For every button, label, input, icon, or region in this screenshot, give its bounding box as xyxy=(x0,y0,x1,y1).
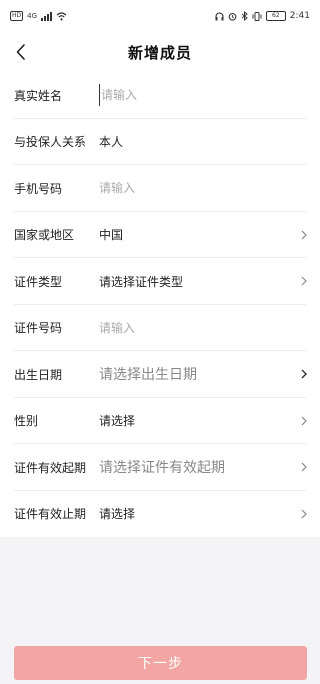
form-row-id-valid-end[interactable]: 证件有效止期 请选择 xyxy=(0,491,320,538)
headphone-icon xyxy=(215,11,224,20)
back-button[interactable] xyxy=(10,40,34,64)
status-time: 2:41 xyxy=(289,11,310,21)
phone-label: 手机号码 xyxy=(14,181,63,196)
relation-value: 本人 xyxy=(99,135,124,150)
status-bar-left: HD 4G xyxy=(10,11,67,21)
chevron-right-icon xyxy=(301,276,307,286)
battery-icon: 62 xyxy=(265,11,286,21)
form-row-id-number: 证件号码 xyxy=(0,305,320,352)
chevron-right-icon xyxy=(301,230,307,240)
id-valid-end-value: 请选择 xyxy=(99,507,136,522)
gender-value: 请选择 xyxy=(99,414,136,429)
form-row-gender[interactable]: 性别 请选择 xyxy=(0,398,320,445)
page-title: 新增成员 xyxy=(127,43,192,62)
form-row-relation[interactable]: 与投保人关系 本人 xyxy=(0,119,320,166)
chevron-right-icon xyxy=(301,369,307,379)
id-valid-start-value: 请选择证件有效起期 xyxy=(99,460,225,477)
id-valid-start-label: 证件有效起期 xyxy=(14,460,87,475)
phone-input[interactable] xyxy=(99,177,279,200)
relation-label: 与投保人关系 xyxy=(14,135,87,150)
chevron-right-icon xyxy=(301,509,307,519)
country-label: 国家或地区 xyxy=(14,228,75,243)
id-number-label: 证件号码 xyxy=(14,321,63,336)
page-header: 新增成员 xyxy=(0,32,320,72)
bluetooth-icon xyxy=(241,11,248,21)
alarm-icon xyxy=(228,12,237,21)
id-number-input[interactable] xyxy=(99,316,279,339)
network-label: 4G xyxy=(27,12,38,20)
back-arrow-icon xyxy=(16,44,25,60)
gender-label: 性别 xyxy=(14,414,39,429)
form-row-id-valid-start[interactable]: 证件有效起期 请选择证件有效起期 xyxy=(0,444,320,491)
real-name-input[interactable] xyxy=(99,84,281,107)
status-bar: HD 4G 62 2:41 xyxy=(0,0,320,32)
real-name-label: 真实姓名 xyxy=(14,88,63,103)
birth-date-value: 请选择出生日期 xyxy=(99,367,197,384)
wifi-icon xyxy=(56,11,67,20)
id-type-label: 证件类型 xyxy=(14,274,63,289)
id-valid-end-label: 证件有效止期 xyxy=(14,507,87,522)
member-form: 真实姓名 与投保人关系 本人 手机号码 国家或地区 中国 证件类型 请选择证件类… xyxy=(0,72,320,537)
signal-icon xyxy=(41,11,53,21)
chevron-right-icon xyxy=(301,462,307,472)
id-type-value: 请选择证件类型 xyxy=(99,274,184,289)
form-row-real-name: 真实姓名 xyxy=(0,72,320,119)
form-row-phone: 手机号码 xyxy=(0,165,320,212)
status-bar-right: 62 2:41 xyxy=(215,11,310,21)
vibrate-icon xyxy=(252,11,262,21)
form-row-birth-date[interactable]: 出生日期 请选择出生日期 xyxy=(0,351,320,398)
form-row-id-type[interactable]: 证件类型 请选择证件类型 xyxy=(0,258,320,305)
chevron-right-icon xyxy=(301,416,307,426)
birth-date-label: 出生日期 xyxy=(14,367,63,382)
form-row-country[interactable]: 国家或地区 中国 xyxy=(0,212,320,259)
hd-badge: HD xyxy=(10,11,24,21)
next-step-button[interactable]: 下一步 xyxy=(14,646,307,680)
country-value: 中国 xyxy=(99,228,124,243)
